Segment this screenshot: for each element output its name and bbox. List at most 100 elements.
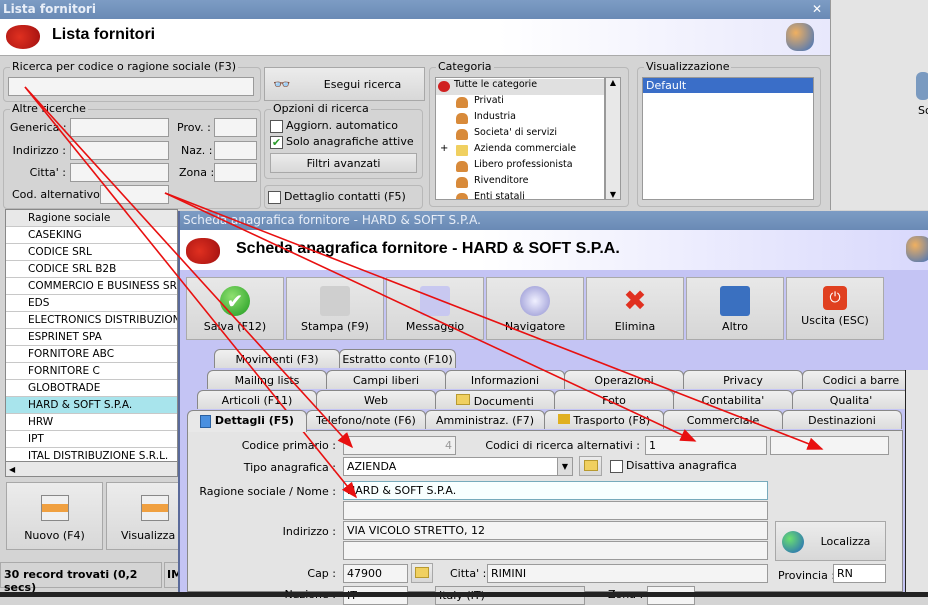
tab-campi-liberi[interactable]: Campi liberi bbox=[326, 370, 446, 389]
x-icon: ✖ bbox=[623, 284, 647, 317]
contacts-detail-label: Dettaglio contatti (F5) bbox=[284, 190, 406, 203]
codice-primario-field[interactable]: 4 bbox=[343, 436, 456, 455]
view-item[interactable]: Default bbox=[643, 78, 813, 93]
zona-label: Zona : bbox=[179, 166, 215, 179]
category-tree[interactable]: Tutte le categorie Privati Industria Soc… bbox=[435, 77, 605, 200]
tab-movimenti[interactable]: Movimenti (F3) bbox=[214, 349, 340, 368]
table-row[interactable]: CODICE SRL B2B bbox=[6, 261, 177, 278]
message-label: Messaggio bbox=[405, 320, 465, 333]
codice-alt-1-field[interactable]: 1 bbox=[645, 436, 767, 455]
printer-icon bbox=[320, 286, 350, 316]
generica-input[interactable] bbox=[70, 118, 169, 137]
tab-privacy[interactable]: Privacy bbox=[683, 370, 803, 389]
column-header[interactable]: Ragione sociale bbox=[6, 210, 177, 227]
options-group-label: Opzioni di ricerca bbox=[271, 102, 371, 115]
cod-alt-input[interactable] bbox=[100, 185, 169, 204]
table-row[interactable]: ESPRINET SPA bbox=[6, 329, 177, 346]
search-button[interactable]: 👓 Esegui ricerca bbox=[264, 67, 425, 101]
delete-button[interactable]: ✖ Elimina bbox=[586, 277, 684, 340]
search-input[interactable] bbox=[8, 77, 254, 96]
tab-telefono[interactable]: Telefono/note (F6) bbox=[306, 410, 426, 429]
other-group-label: Altre ricerche bbox=[10, 102, 88, 115]
print-label: Stampa (F9) bbox=[301, 320, 369, 333]
view-button[interactable]: Visualizza (F bbox=[106, 482, 186, 550]
table-row[interactable]: CODICE SRL bbox=[6, 244, 177, 261]
category-item[interactable]: Libero professionista bbox=[436, 159, 604, 175]
horizontal-scrollbar[interactable]: ◀ bbox=[5, 461, 178, 477]
exit-button[interactable]: ⏻ Uscita (ESC) bbox=[786, 277, 884, 340]
tab-estratto-conto[interactable]: Estratto conto (F10) bbox=[339, 349, 456, 368]
citta-field[interactable]: RIMINI bbox=[487, 564, 768, 583]
tab-dettagli[interactable]: Dettagli (F5) bbox=[187, 410, 307, 432]
table-row[interactable]: ELECTRONICS DISTRIBUZIONE bbox=[6, 312, 177, 329]
disattiva-checkbox[interactable]: Disattiva anagrafica bbox=[610, 459, 737, 473]
tab-articoli[interactable]: Articoli (F11) bbox=[197, 390, 317, 409]
table-row[interactable]: HARD & SOFT S.P.A. bbox=[6, 397, 177, 414]
tab-amministraz[interactable]: Amministraz. (F7) bbox=[425, 410, 545, 429]
users-icon bbox=[906, 236, 928, 262]
indirizzo-2-field[interactable] bbox=[343, 541, 768, 560]
auto-update-checkbox[interactable]: Aggiorn. automatico bbox=[270, 119, 398, 133]
table-row[interactable]: HRW bbox=[6, 414, 177, 431]
tab-informazioni[interactable]: Informazioni bbox=[445, 370, 565, 389]
more-button[interactable]: Altro bbox=[686, 277, 784, 340]
table-row[interactable]: CASEKING bbox=[6, 227, 177, 244]
tab-commerciale[interactable]: Commerciale bbox=[663, 410, 783, 429]
message-button[interactable]: Messaggio bbox=[386, 277, 484, 340]
category-item[interactable]: + Azienda commerciale bbox=[436, 143, 604, 159]
tab-qualita[interactable]: Qualita' bbox=[792, 390, 910, 409]
chevron-down-icon[interactable]: ▼ bbox=[557, 458, 572, 475]
table-row[interactable]: FORNITORE ABC bbox=[6, 346, 177, 363]
codice-alt-2-field[interactable] bbox=[770, 436, 889, 455]
ragione-label: Ragione sociale / Nome : bbox=[199, 485, 336, 498]
category-item[interactable]: Societa' di servizi bbox=[436, 127, 604, 143]
tab-operazioni[interactable]: Operazioni bbox=[564, 370, 684, 389]
advanced-filters-button[interactable]: Filtri avanzati bbox=[270, 153, 417, 173]
tab-foto[interactable]: Foto bbox=[554, 390, 674, 409]
tipo-select[interactable]: AZIENDA ▼ bbox=[343, 457, 573, 476]
save-button[interactable]: ✔ Salva (F12) bbox=[186, 277, 284, 340]
table-row[interactable]: IPT bbox=[6, 431, 177, 448]
table-row[interactable]: FORNITORE C bbox=[6, 363, 177, 380]
cap-folder-button[interactable] bbox=[411, 563, 433, 583]
new-button[interactable]: Nuovo (F4) bbox=[6, 482, 103, 550]
tab-web[interactable]: Web bbox=[316, 390, 436, 409]
tab-contabilita[interactable]: Contabilita' bbox=[673, 390, 793, 409]
category-item[interactable]: Rivenditore bbox=[436, 175, 604, 191]
naz-input[interactable] bbox=[214, 141, 257, 160]
ragione-field[interactable]: HARD & SOFT S.P.A. bbox=[343, 481, 768, 500]
view-list[interactable]: Default bbox=[642, 77, 814, 200]
tab-mailing-lists[interactable]: Mailing lists bbox=[207, 370, 327, 389]
category-group-label: Categoria bbox=[436, 60, 494, 73]
table-row[interactable]: EDS bbox=[6, 295, 177, 312]
indirizzo-field[interactable]: VIA VICOLO STRETTO, 12 bbox=[343, 521, 768, 540]
citta-label: Citta' : bbox=[29, 166, 66, 179]
tab-destinazioni[interactable]: Destinazioni bbox=[782, 410, 902, 429]
contacts-detail-checkbox[interactable]: Dettaglio contatti (F5) bbox=[268, 190, 406, 204]
category-item[interactable]: Tutte le categorie bbox=[436, 79, 604, 95]
category-item[interactable]: Enti statali bbox=[436, 191, 604, 199]
provincia-field[interactable]: RN bbox=[833, 564, 886, 583]
indirizzo-input[interactable] bbox=[70, 141, 169, 160]
tab-documenti[interactable]: Documenti bbox=[435, 390, 555, 409]
active-only-checkbox[interactable]: ✔ Solo anagrafiche attive bbox=[270, 135, 414, 149]
close-icon[interactable]: ✕ bbox=[812, 2, 826, 16]
tab-trasporto[interactable]: Trasporto (F8) bbox=[544, 410, 664, 429]
view-button-label: Visualizza (F bbox=[121, 529, 186, 542]
print-button[interactable]: Stampa (F9) bbox=[286, 277, 384, 340]
localizza-button[interactable]: Localizza bbox=[775, 521, 886, 561]
category-item[interactable]: Privati bbox=[436, 95, 604, 111]
prov-input[interactable] bbox=[214, 118, 257, 137]
ragione-2-field[interactable] bbox=[343, 501, 768, 520]
citta-input[interactable] bbox=[70, 163, 169, 182]
category-scrollbar[interactable]: ▲ ▼ bbox=[605, 77, 621, 200]
tipo-folder-button[interactable] bbox=[579, 456, 602, 476]
table-row[interactable]: GLOBOTRADE bbox=[6, 380, 177, 397]
navigator-button[interactable]: Navigatore bbox=[486, 277, 584, 340]
truck-icon bbox=[557, 414, 570, 424]
tab-codici-barre[interactable]: Codici a barre bbox=[802, 370, 920, 389]
zona-input[interactable] bbox=[214, 163, 257, 182]
cap-field[interactable]: 47900 bbox=[343, 564, 408, 583]
table-row[interactable]: COMMERCIO E BUSINESS SRL bbox=[6, 278, 177, 295]
category-item[interactable]: Industria bbox=[436, 111, 604, 127]
